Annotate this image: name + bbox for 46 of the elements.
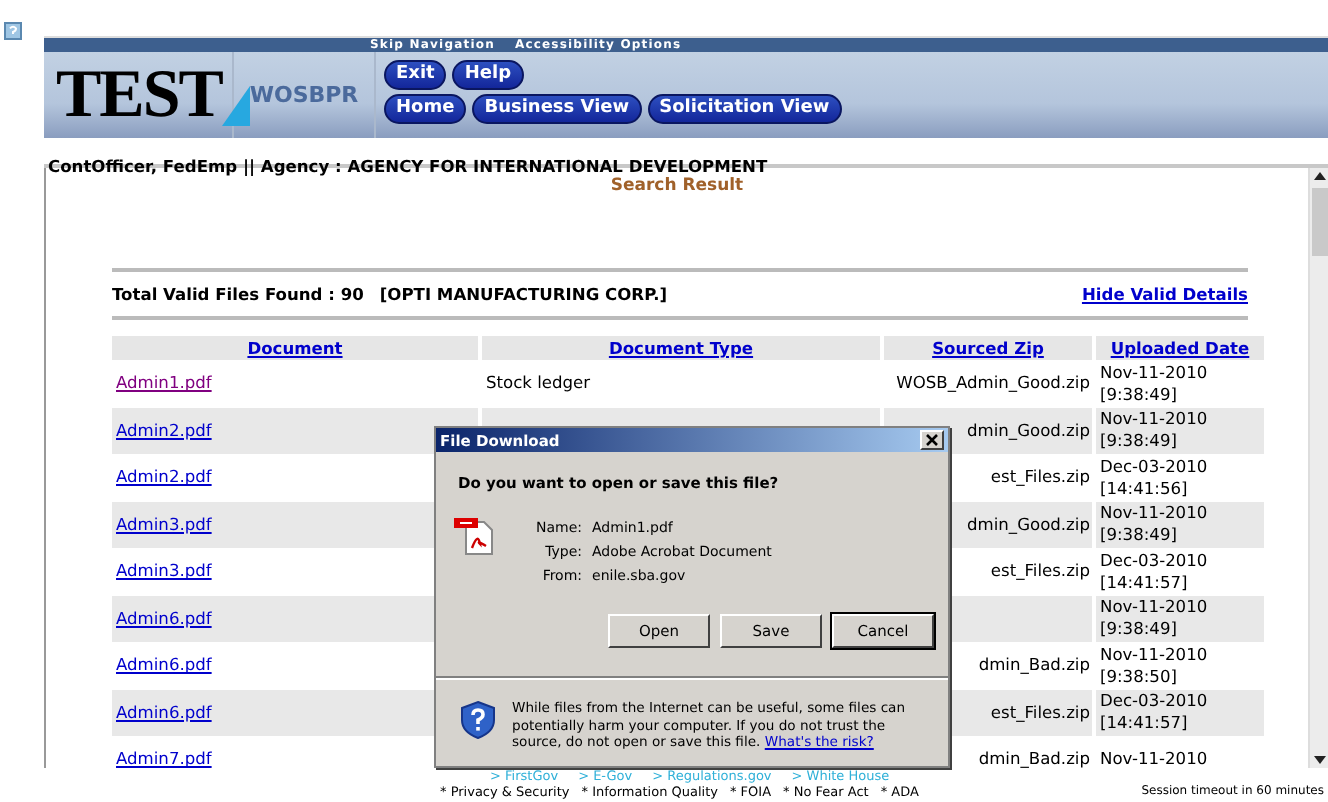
table-cell: Nov-11-2010 [9:38:49]	[1096, 407, 1264, 454]
close-icon	[926, 434, 938, 446]
table-cell: Nov-11-2010 [9:38:49]	[1096, 501, 1264, 548]
nav-button[interactable]: Help	[452, 60, 524, 90]
table-cell-text: Stock ledger	[484, 370, 593, 397]
table-cell-text: Dec-03-2010 [14:41:56]	[1098, 454, 1210, 501]
file-link[interactable]: Admin7.pdf	[116, 748, 212, 768]
file-link[interactable]: Admin1.pdf	[116, 372, 212, 393]
section-title: Search Result	[610, 176, 744, 200]
file-link[interactable]: Admin2.pdf	[116, 419, 212, 440]
table-cell: Nov-11-2010 [9:38:49]	[1096, 595, 1264, 642]
scrollbar[interactable]	[1308, 168, 1328, 768]
breadcrumb-text: ContOfficer, FedEmp || Agency : AGENCY FOR INTERNATIONAL DEVELOPMENT	[46, 156, 768, 176]
table-cell: Dec-03-2010 [14:41:57]	[1096, 689, 1264, 736]
table-cell-text: est_Files.zip	[988, 464, 1092, 491]
table-cell-text: dmin_Bad.zip	[976, 746, 1092, 768]
pdf-file-icon	[454, 516, 496, 556]
table-cell-text: dmin_Bad.zip	[976, 652, 1092, 679]
file-link[interactable]: Admin6.pdf	[116, 607, 212, 628]
table-cell-text: est_Files.zip	[988, 558, 1092, 585]
broken-image-icon	[4, 22, 22, 40]
table-cell-text: Nov-11-2010	[1098, 746, 1210, 768]
table-cell-text: Nov-11-2010 [9:38:49]	[1098, 360, 1210, 407]
nav-button[interactable]: Solicitation View	[647, 94, 842, 124]
file-link[interactable]: Admin3.pdf	[116, 560, 212, 581]
nav-button[interactable]: Business View	[472, 94, 642, 124]
file-link[interactable]: Admin3.pdf	[116, 513, 212, 534]
logo-text: TEST	[56, 59, 222, 131]
company-name: [OPTI MANUFACTURING CORP.]	[379, 284, 668, 304]
nav-button[interactable]: Exit	[384, 60, 447, 90]
file-link[interactable]: Admin6.pdf	[116, 701, 212, 722]
table-cell-text: Nov-11-2010 [9:38:50]	[1098, 642, 1210, 689]
file-link[interactable]: Admin6.pdf	[116, 654, 212, 675]
close-button[interactable]	[920, 430, 944, 450]
hide-details-link[interactable]: Hide Valid Details	[1081, 284, 1248, 304]
file-link[interactable]: Admin2.pdf	[116, 466, 212, 487]
table-cell-text: Dec-03-2010 [14:41:57]	[1098, 548, 1210, 595]
total-count: Total Valid Files Found : 90	[112, 284, 364, 304]
logo-corner-icon	[221, 85, 250, 125]
scroll-thumb[interactable]	[1311, 188, 1327, 256]
app-name: WOSBPR	[234, 52, 376, 138]
shield-question-icon	[460, 700, 496, 740]
scroll-down-icon[interactable]	[1311, 752, 1327, 768]
scroll-up-icon[interactable]	[1311, 168, 1327, 184]
nav-button[interactable]: Home	[384, 94, 467, 124]
table-cell-text: WOSB_Admin_Good.zip	[894, 370, 1092, 397]
